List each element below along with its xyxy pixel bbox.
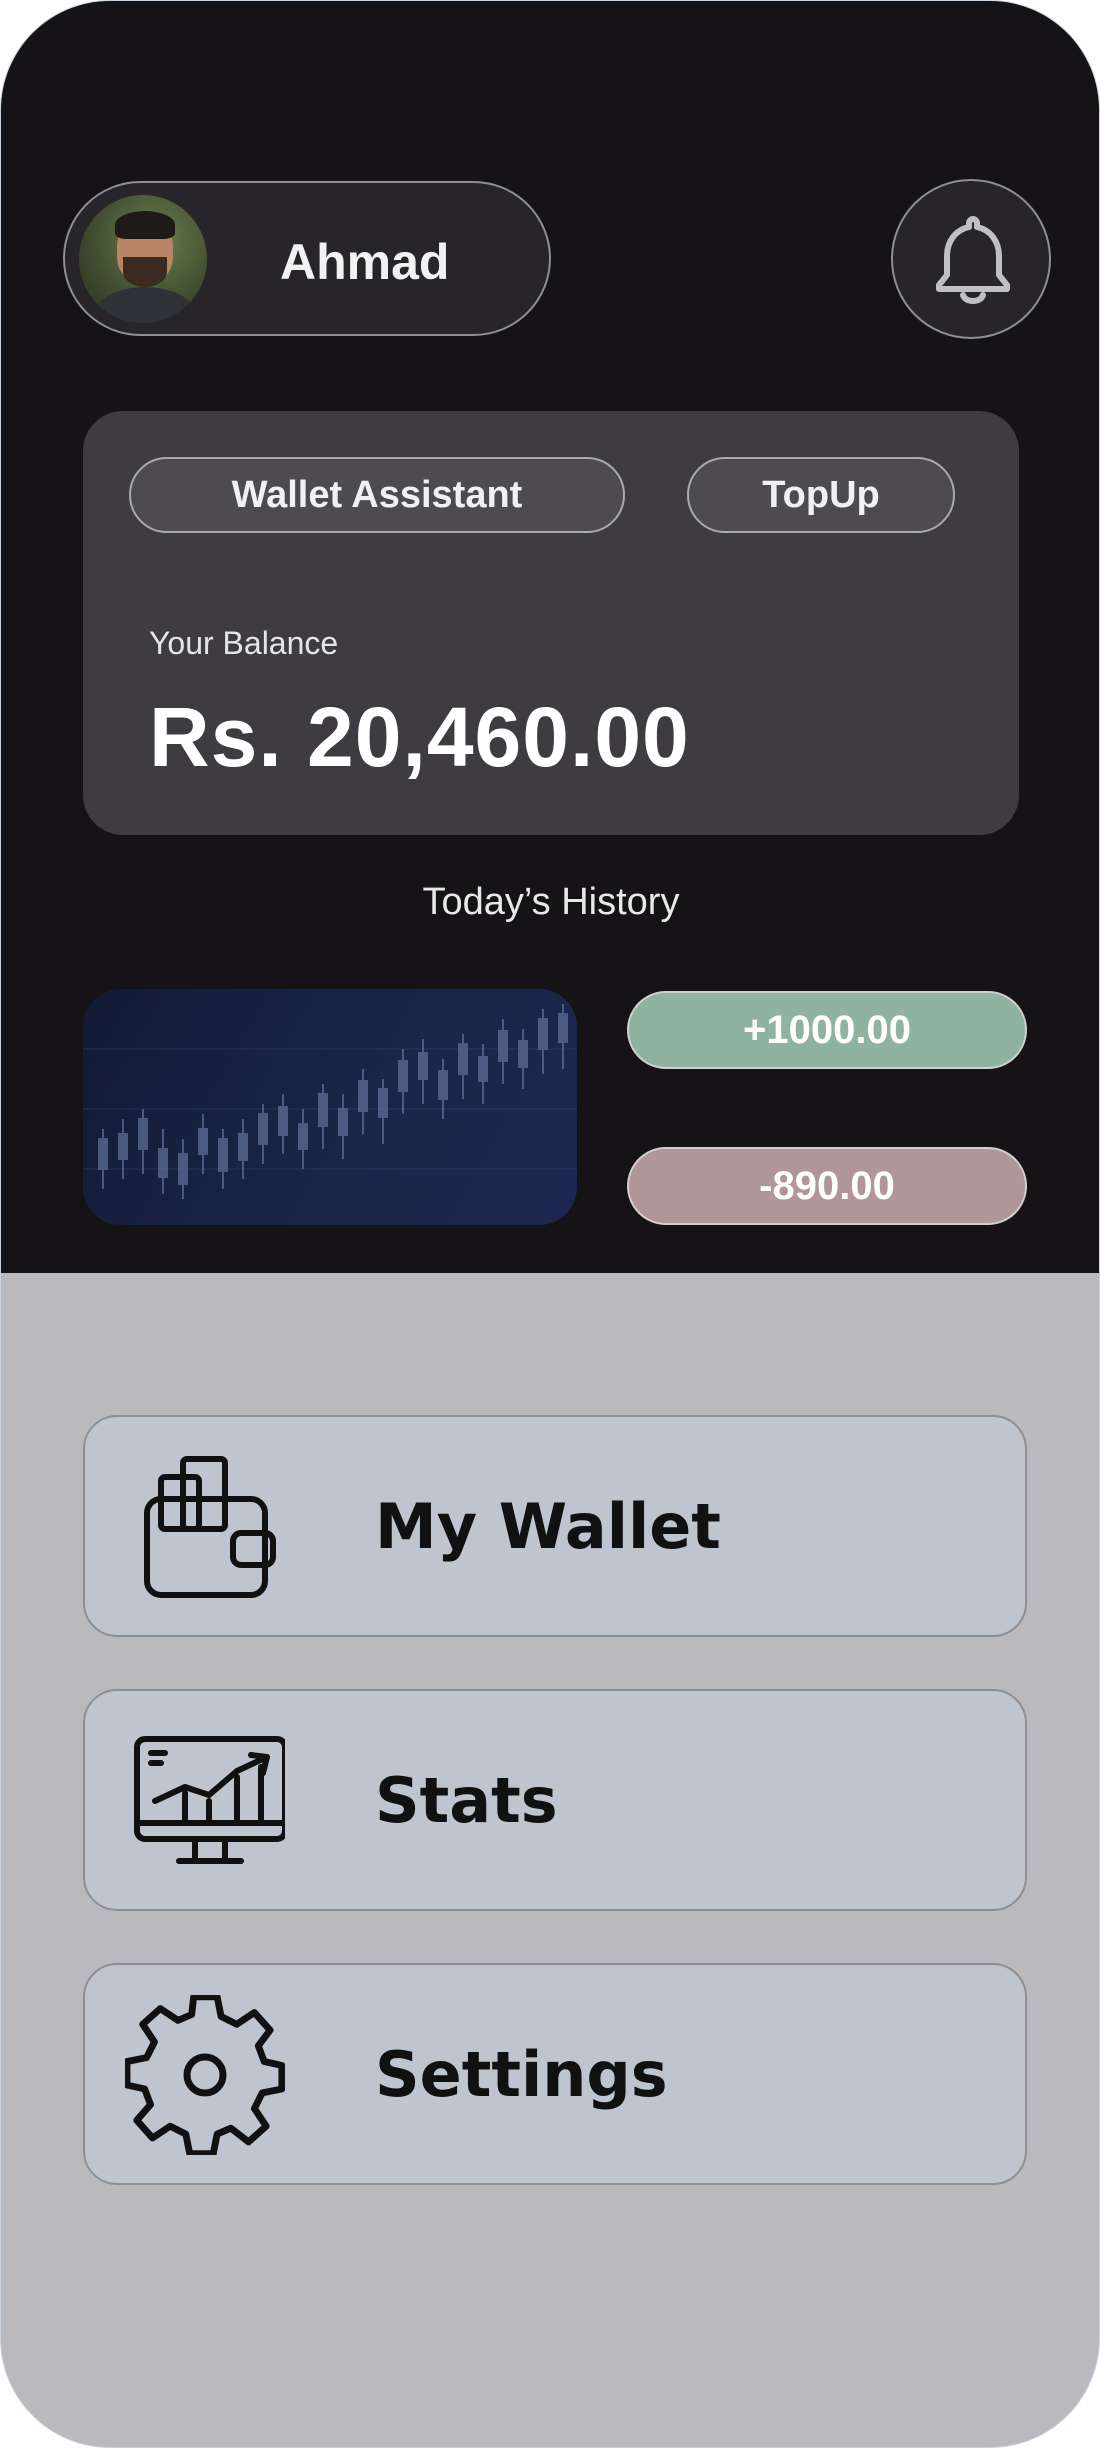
- avatar: [79, 195, 207, 323]
- profile-button[interactable]: Ahmad: [63, 181, 551, 336]
- settings-button[interactable]: Settings: [83, 1963, 1027, 2185]
- expense-amount: -890.00: [627, 1147, 1027, 1225]
- income-amount: +1000.00: [627, 991, 1027, 1069]
- balance-value: Rs. 20,460.00: [149, 690, 690, 784]
- history-chart-image: [83, 989, 577, 1225]
- history-title: Today’s History: [422, 881, 680, 923]
- topup-button[interactable]: TopUp: [687, 457, 955, 533]
- stats-button[interactable]: Stats: [83, 1689, 1027, 1911]
- gear-icon: [125, 1995, 285, 2155]
- my-wallet-button[interactable]: My Wallet: [83, 1415, 1027, 1637]
- bell-icon: [936, 216, 1010, 304]
- stats-label: Stats: [375, 1763, 558, 1837]
- header-section: Ahmad Wallet Assistant TopUp Your Balanc…: [1, 1, 1099, 1273]
- phone-screen: Ahmad Wallet Assistant TopUp Your Balanc…: [0, 0, 1100, 2448]
- stats-monitor-icon: [134, 1736, 285, 1864]
- settings-label: Settings: [375, 2037, 668, 2111]
- notification-button[interactable]: [891, 179, 1051, 339]
- wallet-assistant-button[interactable]: Wallet Assistant: [129, 457, 625, 533]
- profile-name: Ahmad: [280, 234, 450, 290]
- wallet-icon: [144, 1456, 276, 1598]
- candlestick-decoration: [83, 1004, 577, 1199]
- balance-card: Wallet Assistant TopUp Your Balance Rs. …: [83, 411, 1019, 835]
- my-wallet-label: My Wallet: [375, 1489, 721, 1563]
- balance-label: Your Balance: [149, 625, 339, 661]
